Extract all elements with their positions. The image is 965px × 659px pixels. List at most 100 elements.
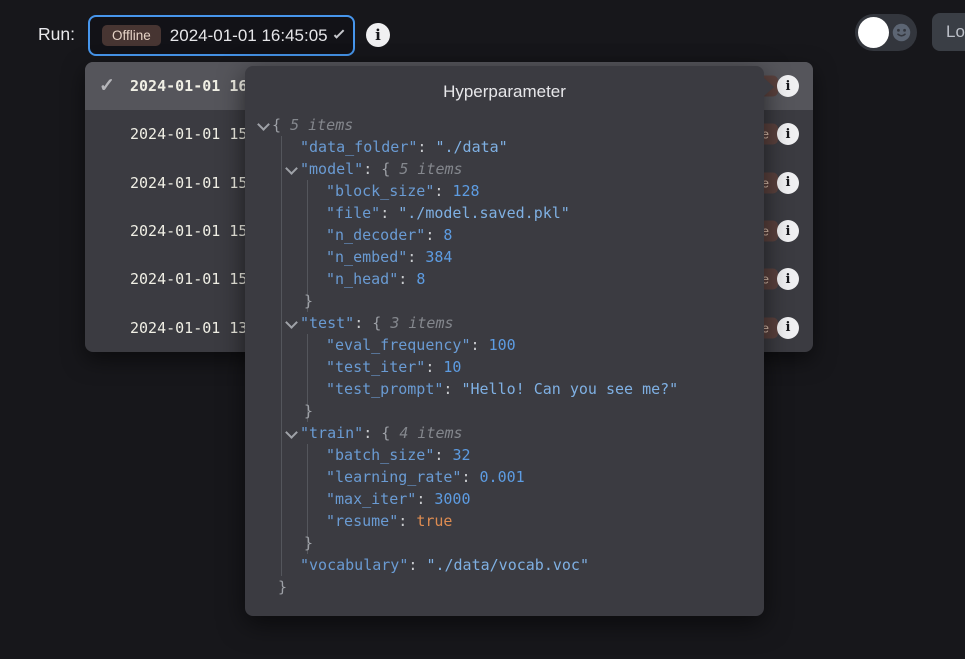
json-token-key: "test_iter" xyxy=(326,358,425,376)
popup-arrow xyxy=(764,78,774,96)
json-line: { 5 items xyxy=(258,114,751,136)
json-line: "max_iter": 3000 xyxy=(258,488,751,510)
offline-badge: Offline xyxy=(102,25,161,46)
logs-button[interactable]: Log xyxy=(932,13,965,51)
selected-run-timestamp: 2024-01-01 16:45:05 xyxy=(170,26,328,46)
info-icon[interactable]: i xyxy=(366,23,390,47)
collapse-caret-icon[interactable] xyxy=(285,426,298,439)
json-token-key: "file" xyxy=(326,204,380,222)
json-token-colon: : xyxy=(407,248,425,266)
json-token-brace: { xyxy=(272,116,290,134)
info-glyph: i xyxy=(375,26,381,44)
json-token-count: 5 items xyxy=(290,116,353,134)
json-token-brace: { xyxy=(372,314,390,332)
collapse-caret-icon[interactable] xyxy=(257,118,270,131)
json-token-colon: : xyxy=(434,446,452,464)
json-token-count: 5 items xyxy=(399,160,462,178)
json-line: } xyxy=(258,290,751,312)
json-token-colon: : xyxy=(425,358,443,376)
info-icon[interactable]: i xyxy=(777,75,799,97)
json-token-string: "./model.saved.pkl" xyxy=(398,204,570,222)
json-line: } xyxy=(258,532,751,554)
json-line: "data_folder": "./data" xyxy=(258,136,751,158)
json-line: "test": { 3 items xyxy=(258,312,751,334)
smiley-icon xyxy=(891,22,912,43)
json-token-key: "train" xyxy=(300,424,363,442)
json-token-colon: : xyxy=(443,380,461,398)
info-glyph: i xyxy=(786,320,791,335)
info-icon[interactable]: i xyxy=(777,220,799,242)
info-glyph: i xyxy=(786,224,791,239)
info-icon[interactable]: i xyxy=(777,317,799,339)
json-token-key: "max_iter" xyxy=(326,490,416,508)
json-line: } xyxy=(258,576,751,598)
json-token-key: "model" xyxy=(300,160,363,178)
json-token-colon: : xyxy=(425,226,443,244)
json-token-colon: : xyxy=(417,138,435,156)
info-icon[interactable]: i xyxy=(777,172,799,194)
json-token-key: "test_prompt" xyxy=(326,380,443,398)
json-token-brace: } xyxy=(304,534,313,552)
json-token-key: "batch_size" xyxy=(326,446,434,464)
json-token-number: 10 xyxy=(443,358,461,376)
json-token-colon: : xyxy=(398,512,416,530)
json-line: "eval_frequency": 100 xyxy=(258,334,751,356)
run-timestamp: 2024-01-01 15 xyxy=(130,125,247,143)
json-line: "learning_rate": 0.001 xyxy=(258,466,751,488)
info-glyph: i xyxy=(786,272,791,287)
run-label: Run: xyxy=(38,24,75,45)
info-icon[interactable]: i xyxy=(777,268,799,290)
json-line: "test_prompt": "Hello! Can you see me?" xyxy=(258,378,751,400)
json-token-number: 100 xyxy=(489,336,516,354)
collapse-caret-icon[interactable] xyxy=(285,162,298,175)
info-icon[interactable]: i xyxy=(777,123,799,145)
json-token-brace: } xyxy=(304,402,313,420)
json-token-key: "n_embed" xyxy=(326,248,407,266)
json-token-colon: : xyxy=(380,204,398,222)
json-token-number: 384 xyxy=(425,248,452,266)
json-token-colon: : xyxy=(434,182,452,200)
collapse-caret-icon[interactable] xyxy=(285,316,298,329)
json-token-number: 128 xyxy=(452,182,479,200)
info-glyph: i xyxy=(786,175,791,190)
json-line: "n_decoder": 8 xyxy=(258,224,751,246)
json-token-colon: : xyxy=(363,160,381,178)
json-line: "block_size": 128 xyxy=(258,180,751,202)
json-token-string: "Hello! Can you see me?" xyxy=(461,380,678,398)
check-icon: ✓ xyxy=(99,75,115,98)
json-token-number: 8 xyxy=(443,226,452,244)
info-glyph: i xyxy=(786,127,791,142)
json-token-number: 0.001 xyxy=(480,468,525,486)
json-viewer: { 5 items"data_folder": "./data""model":… xyxy=(258,114,751,606)
json-token-number: 32 xyxy=(452,446,470,464)
json-token-colon: : xyxy=(408,556,426,574)
json-token-key: "n_decoder" xyxy=(326,226,425,244)
json-token-string: "./data" xyxy=(435,138,507,156)
json-token-colon: : xyxy=(398,270,416,288)
json-token-brace: { xyxy=(381,424,399,442)
json-line: "batch_size": 32 xyxy=(258,444,751,466)
json-token-key: "n_head" xyxy=(326,270,398,288)
json-token-key: "resume" xyxy=(326,512,398,530)
run-select[interactable]: Offline 2024-01-01 16:45:05 xyxy=(88,15,355,56)
json-token-key: "eval_frequency" xyxy=(326,336,471,354)
json-token-bool: true xyxy=(416,512,452,530)
json-token-colon: : xyxy=(461,468,479,486)
popup-title: Hyperparameter xyxy=(245,82,764,102)
json-token-key: "block_size" xyxy=(326,182,434,200)
json-line: "resume": true xyxy=(258,510,751,532)
json-token-brace: { xyxy=(381,160,399,178)
json-token-count: 3 items xyxy=(390,314,453,332)
json-token-colon: : xyxy=(363,424,381,442)
json-token-key: "data_folder" xyxy=(300,138,417,156)
json-line: "file": "./model.saved.pkl" xyxy=(258,202,751,224)
run-timestamp: 2024-01-01 15 xyxy=(130,174,247,192)
json-line: } xyxy=(258,400,751,422)
json-token-count: 4 items xyxy=(399,424,462,442)
run-timestamp: 2024-01-01 16 xyxy=(130,77,247,95)
theme-toggle[interactable] xyxy=(855,14,917,51)
json-token-colon: : xyxy=(354,314,372,332)
json-token-key: "test" xyxy=(300,314,354,332)
json-line: "n_head": 8 xyxy=(258,268,751,290)
hyperparameter-popup: Hyperparameter { 5 items"data_folder": "… xyxy=(245,66,764,616)
